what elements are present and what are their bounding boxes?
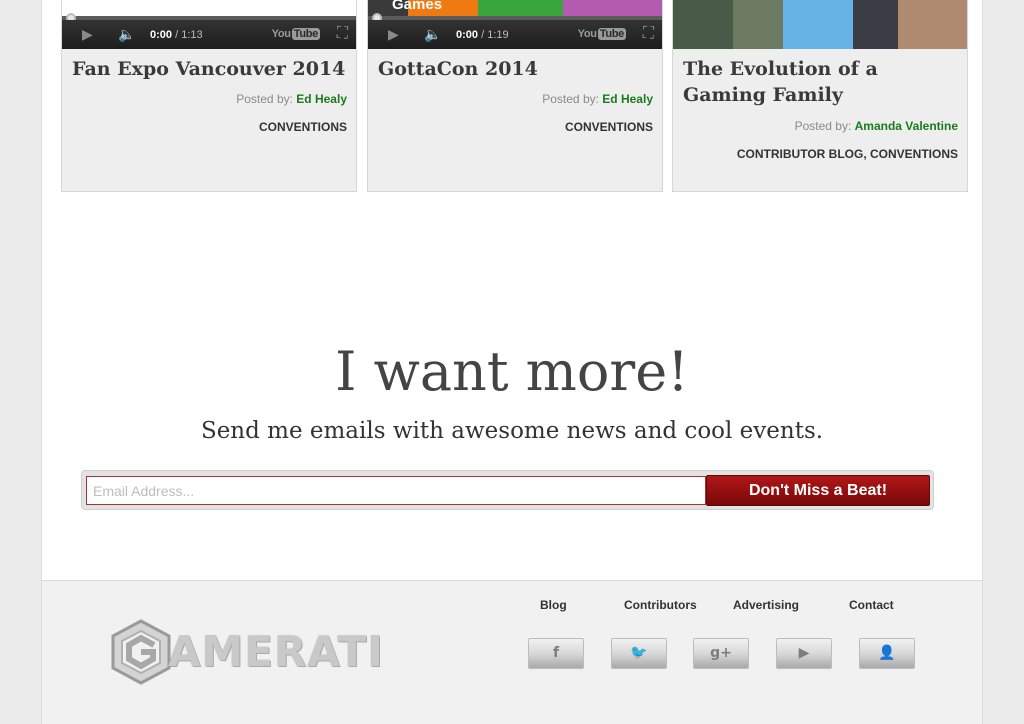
video-player[interactable]: ▶ 🔈 0:00 / 1:13 You Tube ⛶ (62, 0, 356, 49)
video-controls: ▶ 🔈 0:00 / 1:19 You Tube ⛶ (368, 20, 662, 49)
post-categories[interactable]: CONVENTIONS (565, 120, 653, 134)
subscribe-button[interactable]: Don't Miss a Beat! (706, 475, 930, 506)
google-plus-icon: g+ (710, 645, 732, 661)
signup-headline: I want more! (335, 340, 689, 403)
footer-link-blog[interactable]: Blog (540, 598, 567, 612)
post-categories[interactable]: CONVENTIONS (259, 120, 347, 134)
logo-wordmark: AMERATI (168, 627, 384, 676)
post-card: The Evolution of a Gaming Family Posted … (672, 0, 968, 192)
fullscreen-icon[interactable]: ⛶ (337, 26, 348, 42)
video-player[interactable]: Games ▶ 🔈 0:00 / 1:19 You Tube ⛶ (368, 0, 662, 49)
footer-link-advertising[interactable]: Advertising (733, 598, 799, 612)
video-time: 0:00 / 1:13 (150, 29, 203, 41)
author-link[interactable]: Ed Healy (602, 92, 653, 106)
signup-subline: Send me emails with awesome news and coo… (200, 418, 824, 444)
facebook-button[interactable]: f (528, 638, 584, 669)
twitter-button[interactable]: 🐦 (611, 638, 667, 669)
facebook-icon: f (552, 645, 560, 661)
youtube-logo[interactable]: You Tube (272, 28, 320, 40)
post-photo[interactable] (673, 0, 967, 49)
play-icon[interactable]: ▶ (388, 26, 399, 42)
email-input[interactable] (86, 476, 706, 505)
twitter-icon: 🐦 (630, 645, 648, 661)
thumbnail-text: Games (392, 0, 443, 13)
volume-icon[interactable]: 🔈 (118, 26, 135, 42)
footer: AMERATI Blog Contributors Advertising Co… (42, 580, 982, 724)
gamerati-logo[interactable]: AMERATI (110, 619, 383, 687)
author-link[interactable]: Ed Healy (296, 92, 347, 106)
video-time: 0:00 / 1:19 (456, 29, 509, 41)
youtube-logo[interactable]: You Tube (578, 28, 626, 40)
post-title[interactable]: GottaCon 2014 (378, 56, 658, 82)
google-plus-button[interactable]: g+ (693, 638, 749, 669)
post-byline: Posted by: Amanda Valentine (794, 119, 958, 133)
youtube-icon: ▶ (798, 645, 810, 661)
footer-link-contributors[interactable]: Contributors (624, 598, 697, 612)
logo-hexagon-icon (111, 619, 171, 685)
post-title[interactable]: The Evolution of a Gaming Family (683, 56, 963, 108)
video-controls: ▶ 🔈 0:00 / 1:13 You Tube ⛶ (62, 20, 356, 49)
volume-icon[interactable]: 🔈 (424, 26, 441, 42)
youtube-button[interactable]: ▶ (776, 638, 832, 669)
post-image[interactable] (673, 0, 967, 49)
profile-icon: 👤 (878, 645, 896, 661)
play-icon[interactable]: ▶ (82, 26, 93, 42)
author-link[interactable]: Amanda Valentine (855, 119, 958, 133)
footer-link-contact[interactable]: Contact (849, 598, 894, 612)
post-card: Games ▶ 🔈 0:00 / 1:19 You Tube ⛶ GottaCon… (367, 0, 663, 192)
profile-button[interactable]: 👤 (859, 638, 915, 669)
fullscreen-icon[interactable]: ⛶ (643, 26, 654, 42)
post-categories[interactable]: CONTRIBUTOR BLOG, CONVENTIONS (737, 147, 958, 161)
post-byline: Posted by: Ed Healy (236, 92, 347, 106)
newsletter-signup-form: Don't Miss a Beat! (81, 470, 934, 510)
post-byline: Posted by: Ed Healy (542, 92, 653, 106)
post-title[interactable]: Fan Expo Vancouver 2014 (72, 56, 352, 82)
post-card: ▶ 🔈 0:00 / 1:13 You Tube ⛶ Fan Expo Vanco… (61, 0, 357, 192)
